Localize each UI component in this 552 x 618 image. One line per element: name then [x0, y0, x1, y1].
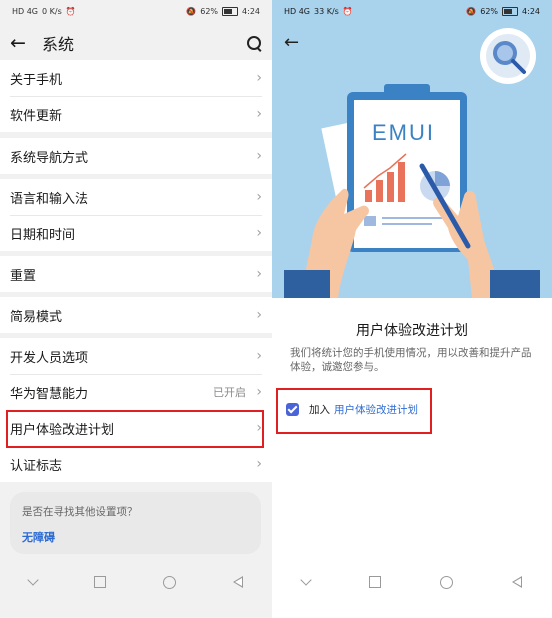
- chevron-right-icon: ›: [256, 266, 262, 282]
- item-label: 系统导航方式: [10, 150, 89, 166]
- alarm-icon: ⏰: [65, 6, 76, 16]
- page-description: 我们将统计您的手机使用情况，用以改善和提升产品体验，诚邀您参与。: [290, 347, 532, 373]
- battery-percent: 62%: [200, 6, 219, 16]
- settings-item-huawei-smart[interactable]: 华为智慧能力 已开启 ›: [0, 374, 272, 410]
- item-label: 认证标志: [10, 458, 63, 474]
- nav-recents-icon[interactable]: [368, 576, 381, 588]
- item-label: 重置: [10, 268, 37, 284]
- settings-group: 系统导航方式 ›: [0, 138, 272, 174]
- back-arrow-icon[interactable]: ←: [10, 33, 34, 53]
- settings-item-developer-options[interactable]: 开发人员选项 ›: [0, 338, 272, 374]
- illustration-image: [272, 0, 552, 298]
- battery-percent: 62%: [480, 6, 499, 16]
- nav-home-icon[interactable]: [163, 575, 177, 589]
- nav-hide-icon[interactable]: [299, 574, 312, 586]
- chevron-right-icon: ›: [256, 148, 262, 164]
- settings-item-language-input[interactable]: 语言和输入法 ›: [0, 179, 272, 215]
- accessibility-link[interactable]: 无障碍: [22, 529, 249, 545]
- suggestion-card: 是否在寻找其他设置项？ 无障碍: [10, 492, 261, 554]
- network-indicator: HD 4G: [284, 6, 311, 16]
- settings-system-screen: HD 4G 0 K/s ⏰ 🔕 62% 4:24 ← 系统 关于手机 › 软件更…: [0, 0, 272, 618]
- settings-item-date-time[interactable]: 日期和时间 ›: [0, 215, 272, 251]
- settings-item-certification[interactable]: 认证标志 ›: [0, 446, 272, 482]
- chevron-right-icon: ›: [256, 225, 262, 241]
- nav-back-icon[interactable]: [512, 576, 523, 588]
- system-nav-bar: [0, 570, 272, 594]
- user-experience-screen: EMUI HD 4G 33 K/s ⏰ 🔕 62% 4:24 ← 用户体验改进计…: [272, 0, 552, 618]
- item-label: 软件更新: [10, 108, 63, 124]
- chevron-right-icon: ›: [256, 70, 262, 86]
- item-label: 开发人员选项: [10, 350, 89, 366]
- chevron-right-icon: ›: [256, 106, 262, 122]
- settings-group: 重置 ›: [0, 256, 272, 292]
- settings-item-simple-mode[interactable]: 简易模式 ›: [0, 297, 272, 333]
- mute-icon: 🔕: [186, 6, 197, 16]
- item-label: 简易模式: [10, 309, 63, 325]
- network-indicator: HD 4G: [12, 6, 39, 16]
- item-label: 语言和输入法: [10, 191, 89, 207]
- settings-group: 简易模式 ›: [0, 297, 272, 333]
- chevron-right-icon: ›: [256, 384, 262, 400]
- settings-item-navigation-method[interactable]: 系统导航方式 ›: [0, 138, 272, 174]
- hero-illustration: EMUI: [272, 0, 552, 298]
- status-bar: HD 4G 0 K/s ⏰ 🔕 62% 4:24: [0, 0, 272, 22]
- nav-home-icon[interactable]: [440, 575, 454, 589]
- chevron-right-icon: ›: [256, 456, 262, 472]
- item-label: 华为智慧能力: [10, 386, 89, 402]
- suggestion-question: 是否在寻找其他设置项？: [22, 506, 138, 518]
- status-bar: HD 4G 33 K/s ⏰ 🔕 62% 4:24: [272, 0, 552, 22]
- battery-icon: [222, 6, 239, 16]
- app-bar: ← 系统: [0, 24, 272, 62]
- system-nav-bar: [272, 570, 552, 594]
- page-title: 系统: [42, 35, 75, 54]
- hero-doc-text: EMUI: [372, 120, 435, 145]
- clock: 4:24: [242, 6, 260, 16]
- settings-group: 语言和输入法 › 日期和时间 ›: [0, 179, 272, 251]
- nav-back-icon[interactable]: [233, 576, 244, 588]
- chevron-right-icon: ›: [256, 189, 262, 205]
- settings-item-reset[interactable]: 重置 ›: [0, 256, 272, 292]
- clock: 4:24: [522, 6, 540, 16]
- highlight-box: [6, 410, 264, 448]
- item-label: 日期和时间: [10, 227, 76, 243]
- settings-group: 关于手机 › 软件更新 ›: [0, 60, 272, 132]
- alarm-icon: ⏰: [342, 6, 353, 16]
- item-label: 关于手机: [10, 72, 63, 88]
- battery-icon: [502, 6, 519, 16]
- mute-icon: 🔕: [466, 6, 477, 16]
- settings-item-software-update[interactable]: 软件更新 ›: [0, 96, 272, 132]
- chevron-right-icon: ›: [256, 348, 262, 364]
- network-speed: 33 K/s: [314, 6, 339, 16]
- chevron-right-icon: ›: [256, 307, 262, 323]
- back-arrow-icon[interactable]: ←: [284, 32, 299, 53]
- status-value: 已开启: [213, 386, 246, 399]
- highlight-box: [276, 388, 432, 434]
- page-heading: 用户体验改进计划: [356, 323, 468, 339]
- network-speed: 0 K/s: [42, 6, 62, 16]
- nav-hide-icon[interactable]: [26, 574, 39, 586]
- settings-item-about-phone[interactable]: 关于手机 ›: [0, 60, 272, 96]
- search-icon[interactable]: [246, 35, 262, 51]
- nav-recents-icon[interactable]: [93, 576, 106, 588]
